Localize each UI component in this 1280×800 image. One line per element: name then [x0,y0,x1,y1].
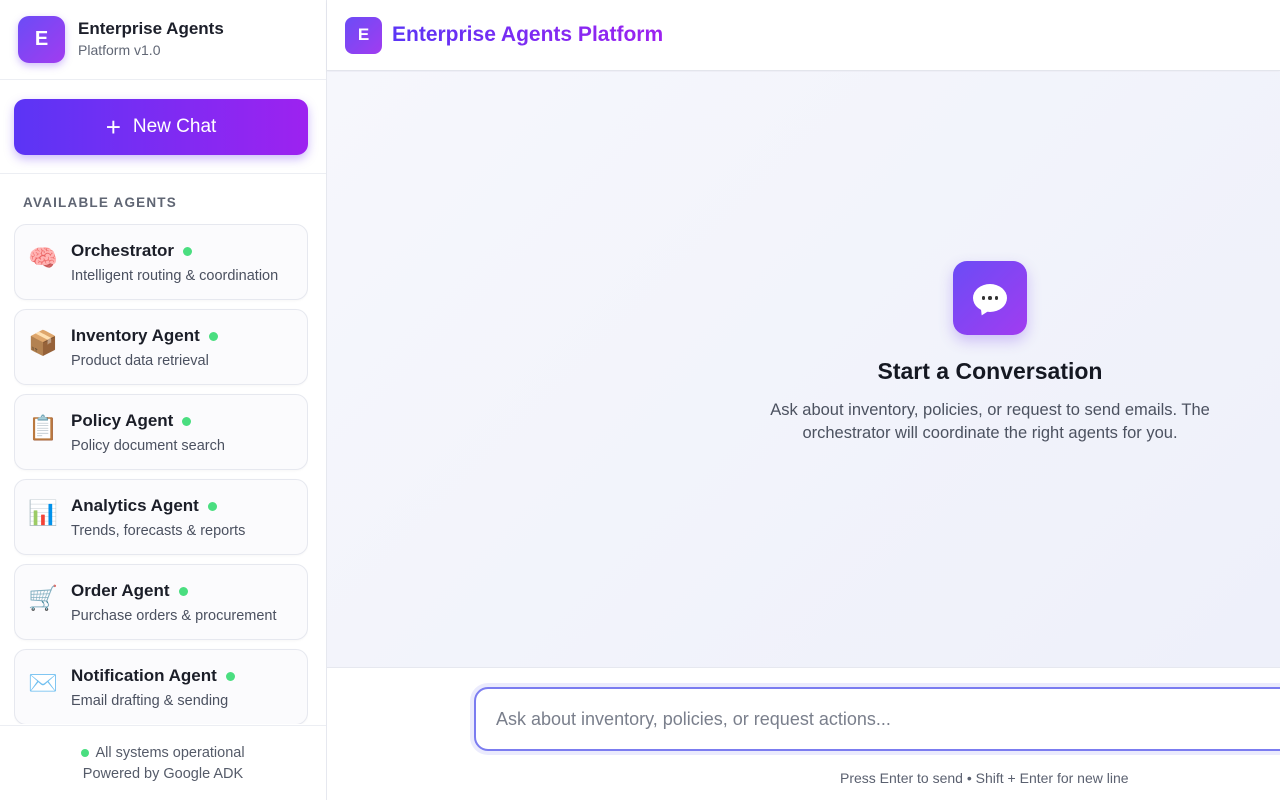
status-online-dot [208,331,218,341]
envelope-icon: ✉️ [28,670,58,697]
agent-card-policy[interactable]: 📋 Policy Agent Policy document search [14,394,308,470]
empty-state: Start a Conversation Ask about inventory… [327,261,1280,445]
new-chat-button[interactable]: + New Chat [14,99,308,155]
agent-name: Notification Agent [71,666,217,685]
brand-title: Enterprise Agents [78,19,224,38]
agent-card-orchestrator[interactable]: 🧠 Orchestrator Intelligent routing & coo… [14,224,308,300]
sidebar-footer: All systems operational Powered by Googl… [0,725,326,800]
brand-logo: E [18,16,65,63]
agent-description: Product data retrieval [71,353,209,369]
top-bar: E Enterprise Agents Platform [327,0,1280,71]
status-online-dot [182,246,192,256]
status-online-dot [178,586,188,596]
agent-list[interactable]: 🧠 Orchestrator Intelligent routing & coo… [14,224,308,724]
agent-name: Order Agent [71,581,170,600]
empty-state-description: Ask about inventory, policies, or reques… [770,401,1210,442]
composer: Press Enter to send • Shift + Enter for … [327,667,1280,800]
agent-description: Purchase orders & procurement [71,608,277,624]
composer-hint: Press Enter to send • Shift + Enter for … [840,770,1129,786]
new-chat-label: New Chat [132,116,217,137]
brain-icon: 🧠 [28,245,58,272]
agent-description: Intelligent routing & coordination [71,268,279,284]
agent-card-order[interactable]: 🛒 Order Agent Purchase orders & procurem… [14,564,308,640]
agent-description: Trends, forecasts & reports [71,523,246,539]
agent-card-analytics[interactable]: 📊 Analytics Agent Trends, forecasts & re… [14,479,308,555]
status-online-dot [225,671,235,681]
status-online-dot [207,501,217,511]
status-online-dot [182,416,192,426]
clipboard-icon: 📋 [28,415,58,442]
empty-state-title: Start a Conversation [877,358,1103,384]
system-status-text: All systems operational [95,745,245,761]
chat-input[interactable] [474,687,1280,751]
agent-name: Policy Agent [71,411,174,430]
header-logo: E [345,16,382,54]
plus-icon: + [105,112,121,142]
agent-card-inventory[interactable]: 📦 Inventory Agent Product data retrieval [14,309,308,385]
agent-description: Email drafting & sending [71,693,229,709]
package-icon: 📦 [28,330,58,357]
main-panel: E Enterprise Agents Platform Start a Con… [327,0,1280,800]
brand-version: Platform v1.0 [78,42,161,58]
agent-card-notification[interactable]: ✉️ Notification Agent Email drafting & s… [14,649,308,724]
powered-by-text: Powered by Google ADK [82,766,244,782]
speech-bubble-icon [953,261,1027,335]
agent-name: Analytics Agent [71,496,199,515]
sidebar: E Enterprise Agents Platform v1.0 + New … [0,0,327,800]
agent-name: Orchestrator [71,241,174,260]
bar-chart-icon: 📊 [28,500,58,527]
shopping-cart-icon: 🛒 [28,585,58,612]
page-title: Enterprise Agents Platform [392,23,664,46]
system-status-dot [81,749,90,757]
agents-section-label: AVAILABLE AGENTS [23,195,177,210]
chat-messages-area: Start a Conversation Ask about inventory… [327,72,1280,667]
sidebar-brand: E Enterprise Agents Platform v1.0 [0,0,326,80]
agent-name: Inventory Agent [71,326,200,345]
agent-description: Policy document search [71,438,225,454]
